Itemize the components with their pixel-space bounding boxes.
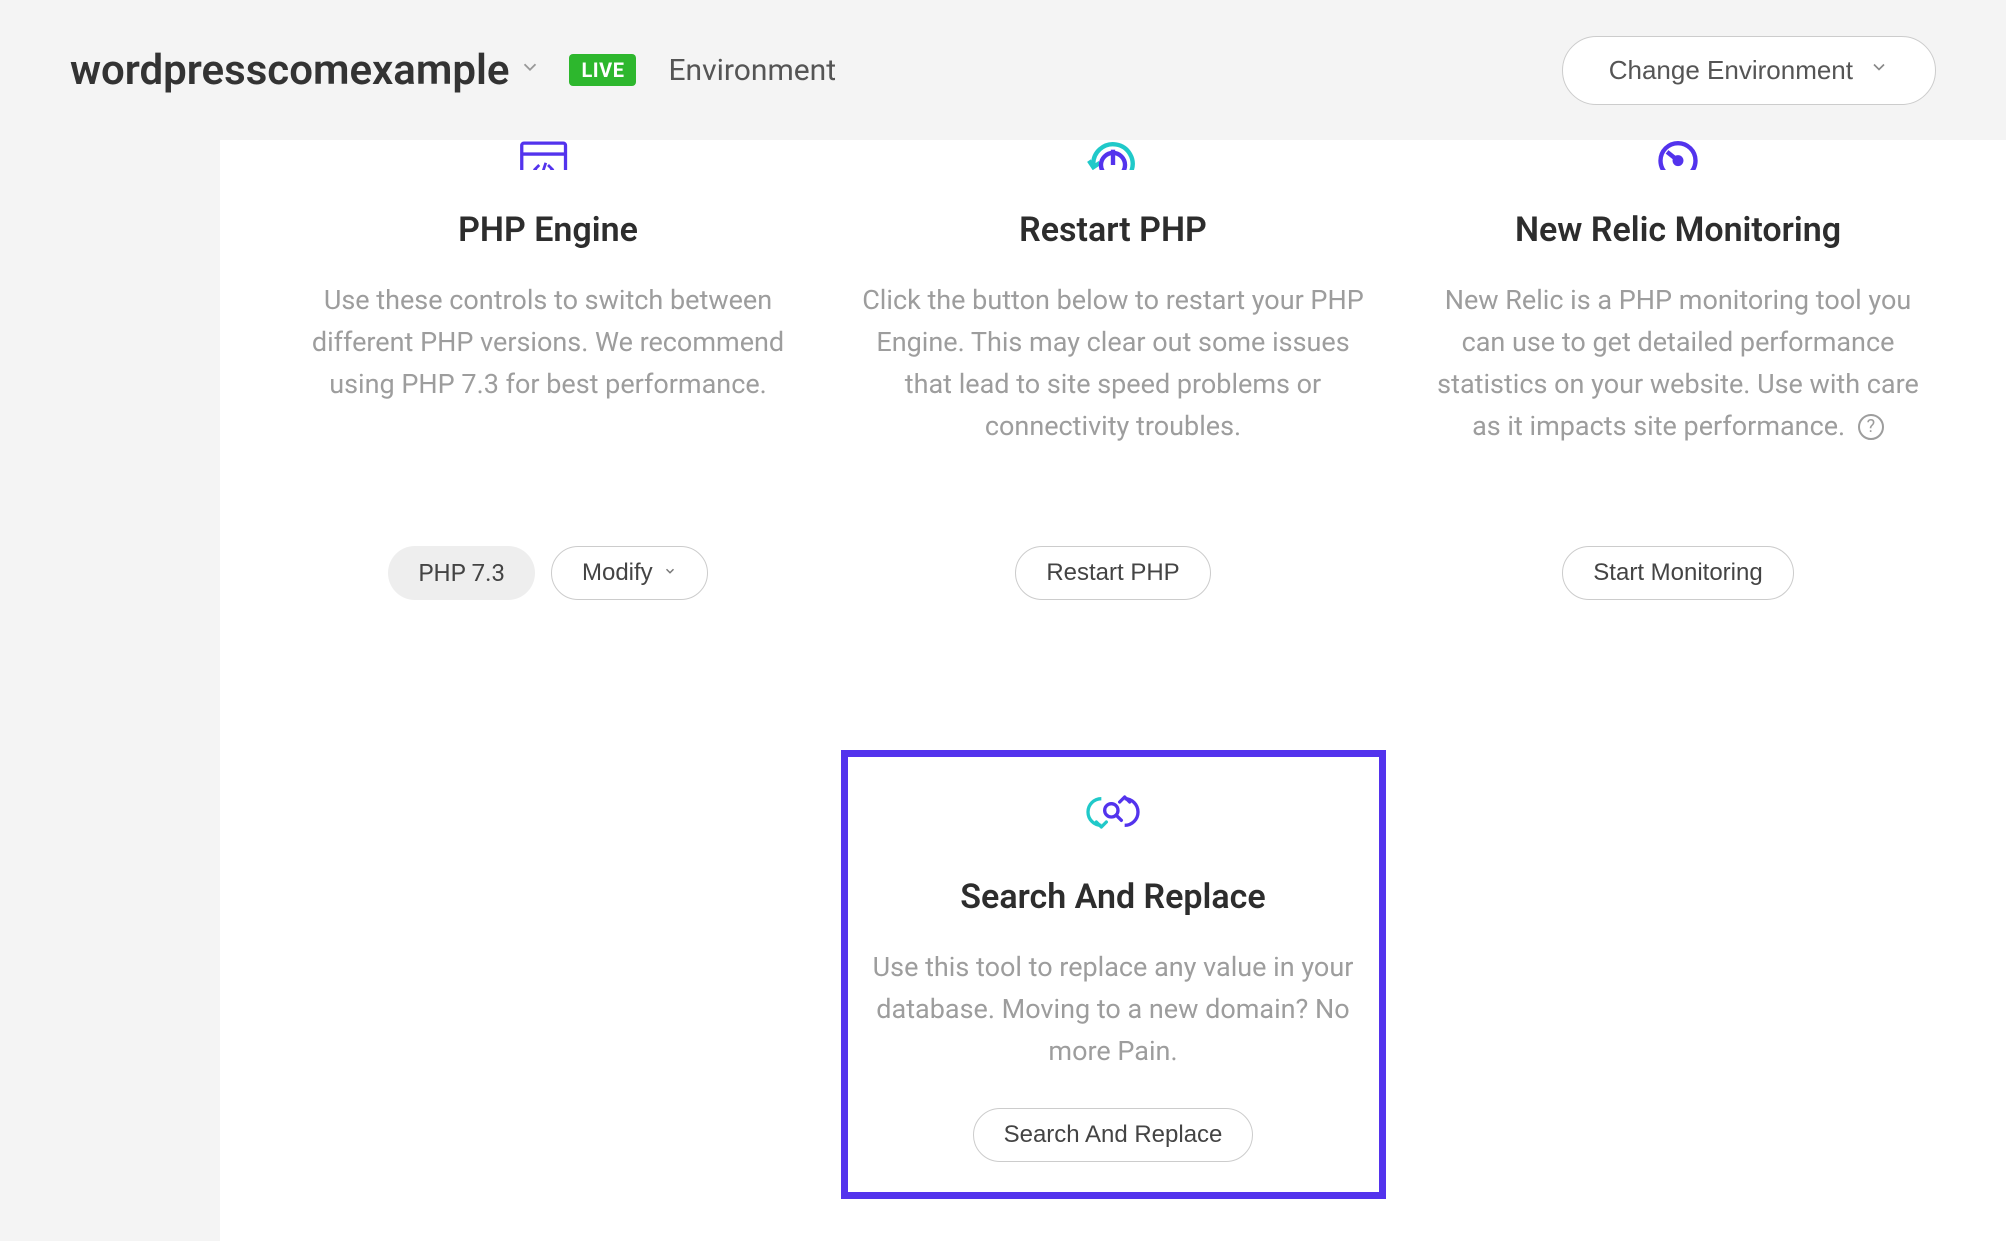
card-description: New Relic is a PHP monitoring tool you c…	[1426, 280, 1931, 501]
tools-grid-row-1: PHP Engine Use these controls to switch …	[260, 140, 1966, 620]
card-description: Use this tool to replace any value in yo…	[868, 947, 1359, 1073]
card-description: Use these controls to switch between dif…	[296, 280, 801, 501]
card-title: New Relic Monitoring	[1515, 210, 1841, 250]
restart-php-icon	[1078, 130, 1148, 170]
change-environment-label: Change Environment	[1609, 55, 1853, 86]
help-icon[interactable]: ?	[1858, 414, 1884, 440]
card-title: Search And Replace	[960, 877, 1265, 917]
start-monitoring-button[interactable]: Start Monitoring	[1562, 546, 1793, 600]
card-actions: PHP 7.3 Modify	[388, 546, 707, 600]
php-engine-icon	[513, 130, 583, 170]
card-title: PHP Engine	[458, 210, 638, 250]
header-bar: wordpresscomexample LIVE Environment Cha…	[0, 0, 2006, 140]
new-relic-icon	[1643, 130, 1713, 170]
card-restart-php: Restart PHP Click the button below to re…	[841, 140, 1386, 620]
main-panel: PHP Engine Use these controls to switch …	[220, 140, 2006, 1241]
change-environment-button[interactable]: Change Environment	[1562, 36, 1936, 105]
modify-label: Modify	[582, 559, 653, 587]
php-version-tag: PHP 7.3	[388, 546, 535, 600]
card-actions: Restart PHP	[1015, 546, 1210, 600]
search-replace-icon	[1078, 777, 1148, 847]
tools-grid-row-2: Search And Replace Use this tool to repl…	[260, 750, 1966, 1199]
card-search-replace: Search And Replace Use this tool to repl…	[841, 750, 1386, 1199]
card-new-relic: New Relic Monitoring New Relic is a PHP …	[1406, 140, 1951, 620]
site-name: wordpresscomexample	[70, 46, 509, 95]
environment-label: Environment	[668, 53, 836, 88]
chevron-down-icon	[663, 564, 677, 583]
site-selector[interactable]: wordpresscomexample	[70, 46, 541, 95]
card-actions: Search And Replace	[973, 1108, 1254, 1162]
card-title: Restart PHP	[1019, 210, 1207, 250]
search-and-replace-button[interactable]: Search And Replace	[973, 1108, 1254, 1162]
card-description: Click the button below to restart your P…	[861, 280, 1366, 501]
chevron-down-icon	[1869, 57, 1889, 83]
header-left: wordpresscomexample LIVE Environment	[70, 46, 836, 95]
card-php-engine: PHP Engine Use these controls to switch …	[276, 140, 821, 620]
chevron-down-icon	[519, 56, 541, 84]
card-description-text: New Relic is a PHP monitoring tool you c…	[1437, 284, 1919, 442]
modify-button[interactable]: Modify	[551, 546, 708, 600]
card-actions: Start Monitoring	[1562, 546, 1793, 600]
restart-php-button[interactable]: Restart PHP	[1015, 546, 1210, 600]
live-badge: LIVE	[569, 54, 636, 86]
